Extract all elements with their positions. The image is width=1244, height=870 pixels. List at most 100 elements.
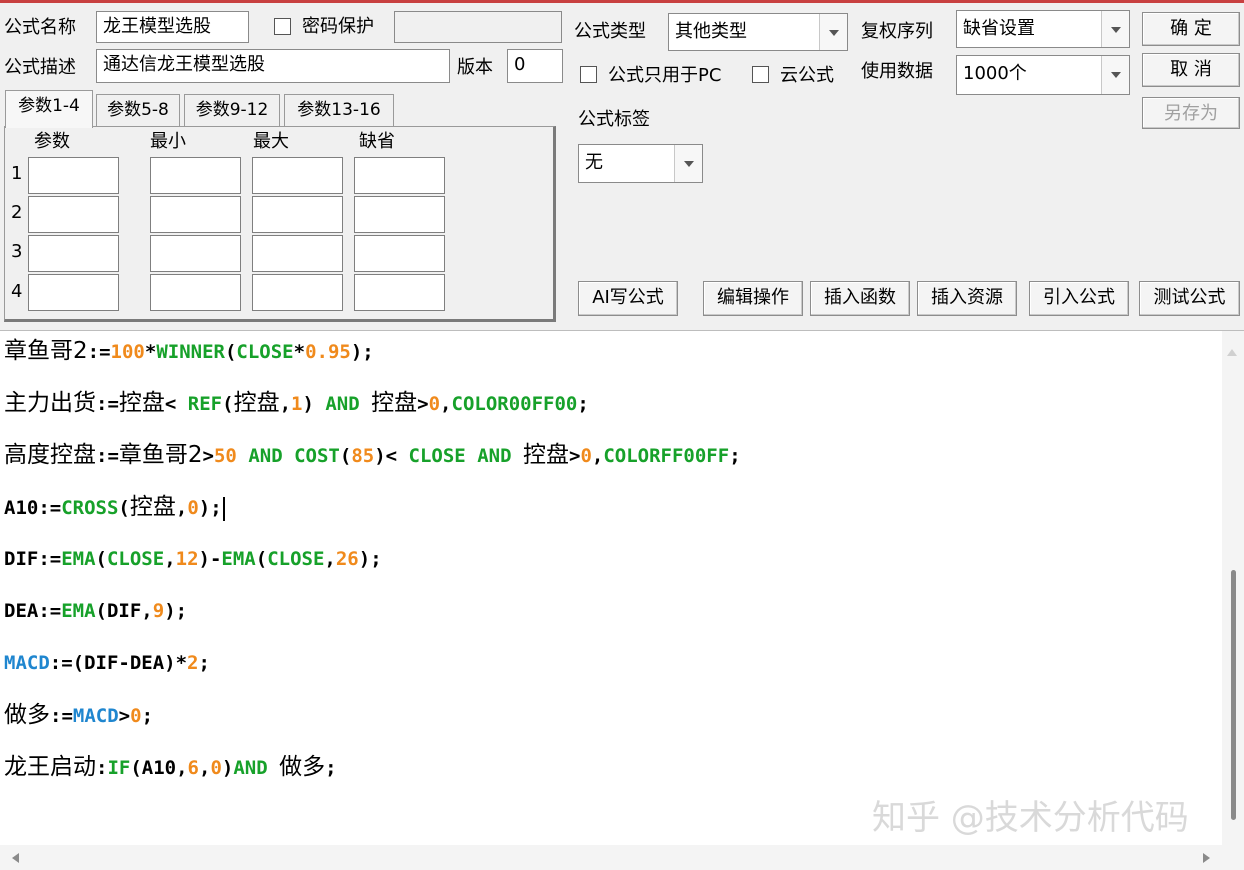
code-token: COLORFF00FF — [603, 445, 730, 467]
cloud-formula-checkbox[interactable] — [752, 66, 769, 83]
param-4-min-input[interactable] — [150, 274, 241, 311]
tab-params-5-8[interactable]: 参数5-8 — [96, 94, 180, 126]
code-token: 0 — [187, 497, 199, 519]
param-3-name-input[interactable] — [28, 235, 119, 272]
code-token: ) — [302, 393, 326, 415]
code-token: CLOSE — [236, 341, 294, 363]
tab-params-13-16[interactable]: 参数13-16 — [284, 94, 394, 126]
code-line: 做多:=MACD>0; — [4, 701, 153, 730]
code-line: DIF:=EMA(CLOSE,12)-EMA(CLOSE,26); — [4, 545, 382, 573]
code-token: ( — [118, 497, 130, 519]
param-2-name-input[interactable] — [28, 196, 119, 233]
param-1-default-input[interactable] — [354, 157, 445, 194]
scroll-left-arrow-icon[interactable] — [8, 850, 22, 866]
code-token: ; — [729, 445, 741, 467]
code-token: 26 — [335, 548, 359, 570]
code-token: := — [50, 705, 73, 727]
param-4-max-input[interactable] — [252, 274, 343, 311]
param-1-min-input[interactable] — [150, 157, 241, 194]
code-token: ); — [358, 548, 382, 570]
param-2-max-input[interactable] — [252, 196, 343, 233]
code-token: (DIF, — [95, 600, 153, 622]
chevron-down-icon[interactable] — [1101, 56, 1129, 94]
code-token: EMA — [61, 600, 96, 622]
chevron-down-icon[interactable] — [1101, 11, 1129, 47]
tab-params-9-12[interactable]: 参数9-12 — [184, 94, 280, 126]
code-token: 0 — [210, 757, 222, 779]
param-2-min-input[interactable] — [150, 196, 241, 233]
text-caret — [222, 496, 225, 521]
code-token: AND — [233, 757, 268, 779]
param-3-default-input[interactable] — [354, 235, 445, 272]
password-protect-checkbox[interactable] — [274, 18, 291, 35]
param-2-default-input[interactable] — [354, 196, 445, 233]
formula-type-select[interactable]: 其他类型 — [668, 13, 848, 51]
ok-button[interactable]: 确 定 — [1142, 12, 1240, 46]
formula-name-input[interactable]: 龙王模型选股 — [96, 11, 249, 43]
code-token: > — [118, 705, 131, 727]
param-col-default: 缺省 — [359, 131, 395, 152]
insert-function-button[interactable]: 插入函数 — [810, 281, 910, 316]
param-3-max-input[interactable] — [252, 235, 343, 272]
code-token: EMA — [221, 548, 256, 570]
scroll-right-arrow-icon[interactable] — [1200, 850, 1214, 866]
formula-tag-select[interactable]: 无 — [578, 144, 703, 183]
adjust-series-select[interactable]: 缺省设置 — [956, 10, 1130, 48]
code-token: , — [199, 757, 211, 779]
code-token: ); — [198, 497, 222, 519]
code-token: ; — [577, 393, 589, 415]
param-3-min-input[interactable] — [150, 235, 241, 272]
chevron-down-icon[interactable] — [674, 145, 702, 182]
code-token: AND — [248, 445, 283, 467]
code-token: CLOSE — [106, 548, 165, 570]
code-token: ( — [224, 341, 237, 363]
code-token: 6 — [187, 757, 199, 779]
adjust-series-value: 缺省设置 — [963, 18, 1035, 39]
param-row-label: 2 — [11, 202, 23, 223]
code-token: 9 — [152, 600, 165, 622]
edit-operation-button[interactable]: 编辑操作 — [703, 281, 803, 316]
pc-only-checkbox[interactable] — [580, 66, 597, 83]
horizontal-scrollbar[interactable] — [0, 845, 1244, 870]
code-token: 0 — [580, 445, 592, 467]
param-1-max-input[interactable] — [252, 157, 343, 194]
pc-only-label: 公式只用于PC — [608, 65, 722, 86]
password-input — [394, 11, 562, 43]
code-token: ( — [95, 548, 107, 570]
code-token: > — [417, 393, 429, 415]
param-1-name-input[interactable] — [28, 157, 119, 194]
param-4-default-input[interactable] — [354, 274, 445, 311]
test-formula-button[interactable]: 测试公式 — [1139, 281, 1240, 316]
version-input[interactable]: 0 — [507, 49, 563, 83]
scroll-up-arrow-icon[interactable] — [1224, 346, 1240, 358]
import-formula-button[interactable]: 引入公式 — [1029, 281, 1129, 316]
code-line: A10:=CROSS(控盘,0); — [4, 493, 225, 522]
code-token: ( — [255, 548, 268, 570]
vertical-scrollbar-thumb[interactable] — [1231, 570, 1236, 820]
cloud-formula-label: 云公式 — [780, 65, 834, 86]
code-token: ); — [164, 600, 188, 622]
param-4-name-input[interactable] — [28, 274, 119, 311]
code-line: 章鱼哥2:=100*WINNER(CLOSE*0.95); — [4, 337, 374, 366]
code-token: REF — [187, 393, 223, 415]
window-top-border — [0, 0, 1244, 3]
code-token: WINNER — [156, 341, 225, 363]
formula-desc-input[interactable]: 通达信龙王模型选股 — [96, 49, 450, 83]
code-token: 50 — [213, 445, 237, 467]
chevron-down-icon[interactable] — [819, 14, 847, 50]
insert-resource-button[interactable]: 插入资源 — [917, 281, 1017, 316]
tab-params-1-4[interactable]: 参数1-4 — [5, 90, 93, 128]
code-token: , — [164, 548, 176, 570]
cancel-button[interactable]: 取 消 — [1142, 53, 1240, 87]
code-token: , — [175, 497, 188, 519]
ai-write-formula-button[interactable]: AI写公式 — [578, 281, 678, 316]
code-line: MACD:=(DIF-DEA)*2; — [4, 649, 210, 677]
code-token: DEA:= — [4, 600, 62, 622]
code-token: ; — [141, 705, 154, 727]
data-count-select[interactable]: 1000个 — [956, 55, 1130, 95]
code-token: MACD — [4, 652, 50, 674]
